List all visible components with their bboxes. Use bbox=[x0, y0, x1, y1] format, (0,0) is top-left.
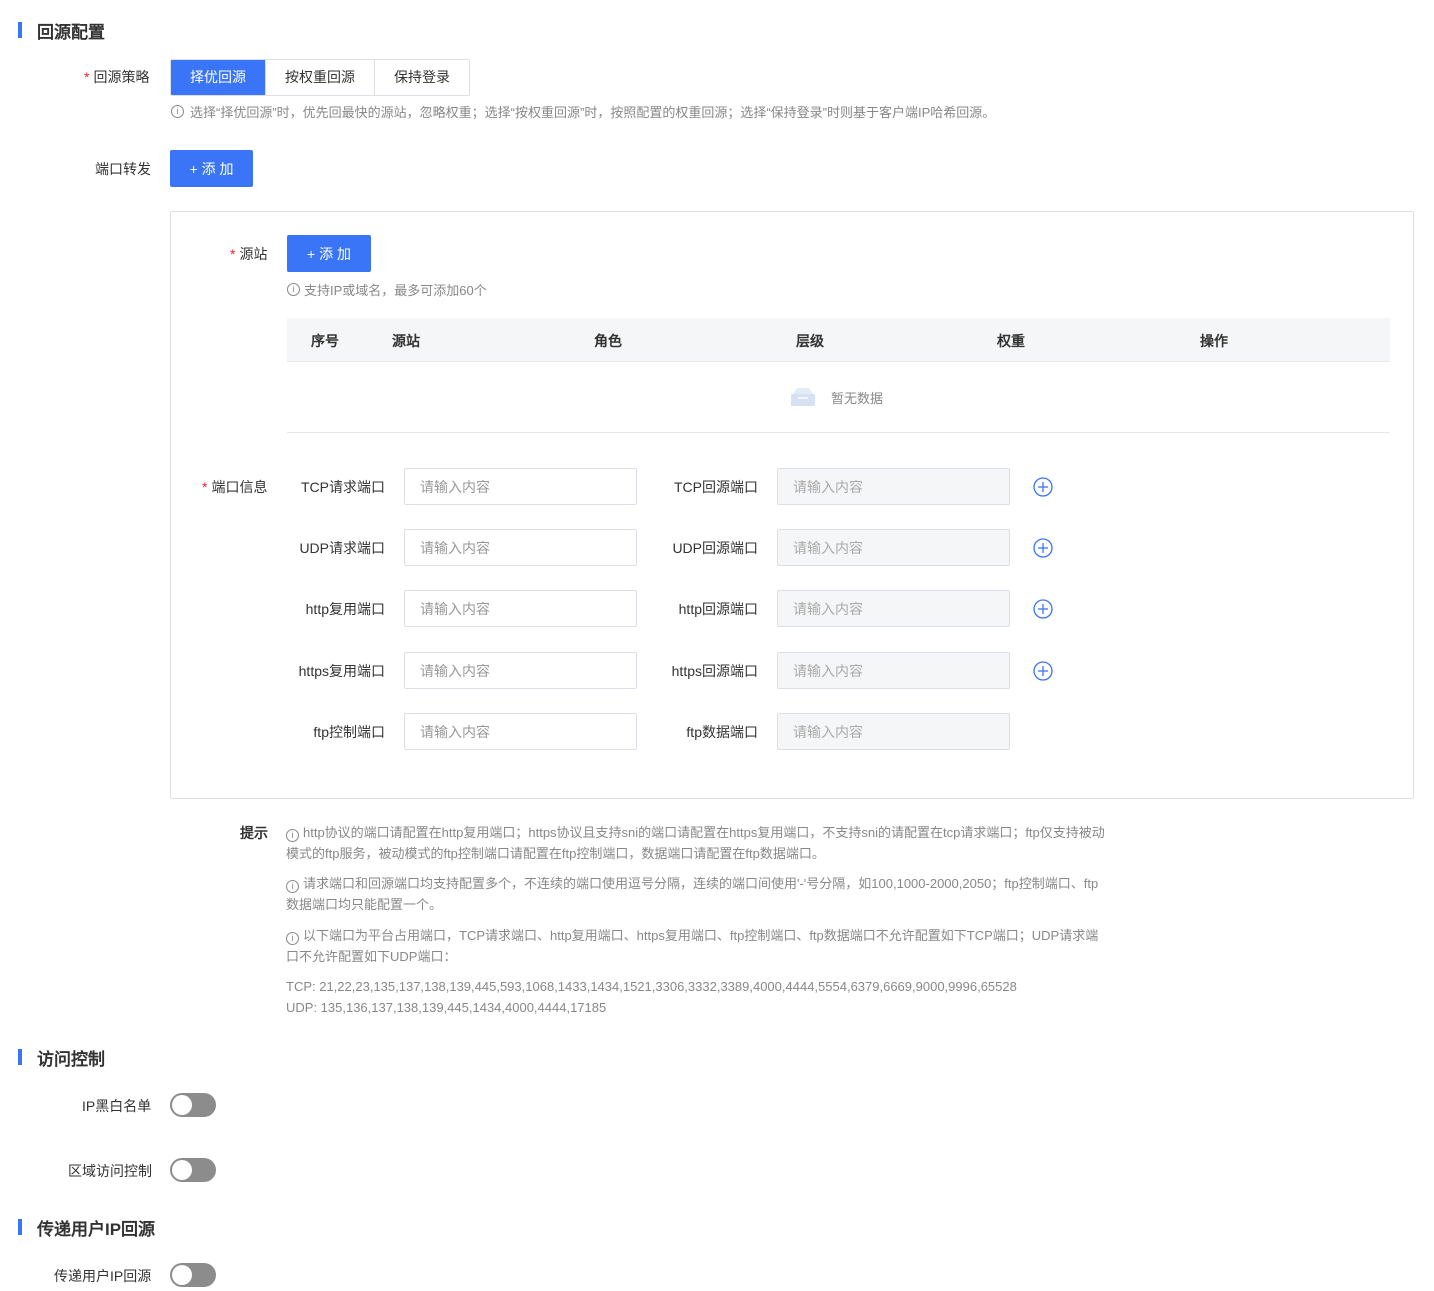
column-header-index: 序号 bbox=[311, 333, 339, 349]
tcp-origin-port-input[interactable] bbox=[777, 468, 1010, 505]
reserved-tcp-ports: TCP: 21,22,23,135,137,138,139,445,593,10… bbox=[286, 979, 1017, 994]
port-forward-panel bbox=[170, 211, 1414, 799]
ftp-control-port-label: ftp控制端口 bbox=[313, 724, 385, 740]
section-title-origin: 回源配置 bbox=[18, 20, 105, 42]
tip-reserved-ports: i 以下端口为平台占用端口，TCP请求端口、http复用端口、https复用端口、… bbox=[286, 928, 1099, 964]
source-label: * 源站 bbox=[230, 246, 268, 262]
section-title-access: 访问控制 bbox=[18, 1047, 105, 1069]
udp-origin-port-input[interactable] bbox=[777, 529, 1010, 566]
column-header-source: 源站 bbox=[392, 333, 420, 349]
client-ip-label: 传递用户IP回源 bbox=[54, 1268, 152, 1284]
tip-http-ports: i http协议的端口请配置在http复用端口；https协议且支持sni的端口请… bbox=[286, 825, 1105, 861]
empty-state: 暂无数据 bbox=[789, 386, 883, 408]
source-hint: i 支持IP或域名，最多可添加60个 bbox=[287, 280, 487, 299]
ftp-data-port-label: ftp数据端口 bbox=[686, 724, 758, 740]
strategy-option-keep-login[interactable]: 保持登录 bbox=[375, 60, 469, 95]
info-icon: i bbox=[286, 880, 299, 893]
add-udp-port-icon[interactable] bbox=[1033, 538, 1053, 558]
strategy-option-optimal[interactable]: 择优回源 bbox=[171, 60, 266, 95]
column-header-actions: 操作 bbox=[1200, 333, 1228, 349]
strategy-option-weighted[interactable]: 按权重回源 bbox=[266, 60, 375, 95]
add-tcp-port-icon[interactable] bbox=[1033, 477, 1053, 497]
column-header-level: 层级 bbox=[796, 333, 824, 349]
region-access-label: 区域访问控制 bbox=[68, 1163, 152, 1179]
strategy-segmented-control: 择优回源 按权重回源 保持登录 bbox=[170, 59, 470, 96]
tips-label: 提示 bbox=[240, 825, 268, 841]
section-marker bbox=[18, 1049, 22, 1065]
http-origin-port-input[interactable] bbox=[777, 590, 1010, 627]
info-icon: i bbox=[171, 105, 184, 118]
section-title-client-ip: 传递用户IP回源 bbox=[18, 1217, 155, 1239]
section-marker bbox=[18, 22, 22, 38]
ip-list-label: IP黑白名单 bbox=[82, 1098, 152, 1114]
udp-request-port-input[interactable] bbox=[404, 529, 637, 566]
source-table-body: 暂无数据 bbox=[287, 362, 1390, 433]
tcp-origin-port-label: TCP回源端口 bbox=[674, 479, 758, 495]
https-reuse-port-input[interactable] bbox=[404, 652, 637, 689]
port-forward-label: 端口转发 bbox=[95, 161, 151, 177]
reserved-udp-ports: UDP: 135,136,137,138,139,445,1434,4000,4… bbox=[286, 1000, 607, 1015]
switch-knob bbox=[172, 1095, 192, 1115]
http-reuse-port-label: http复用端口 bbox=[305, 601, 385, 617]
tcp-request-port-input[interactable] bbox=[404, 468, 637, 505]
switch-knob bbox=[172, 1265, 192, 1285]
empty-box-icon bbox=[789, 386, 817, 408]
add-port-forward-button[interactable]: + 添 加 bbox=[170, 150, 253, 187]
column-header-weight: 权重 bbox=[997, 333, 1025, 349]
port-info-label: * 端口信息 bbox=[202, 479, 268, 495]
add-http-port-icon[interactable] bbox=[1033, 599, 1053, 619]
http-origin-port-label: http回源端口 bbox=[678, 601, 758, 617]
https-origin-port-label: https回源端口 bbox=[671, 663, 758, 679]
client-ip-switch[interactable] bbox=[170, 1263, 216, 1287]
ftp-data-port-input[interactable] bbox=[777, 713, 1010, 750]
column-header-role: 角色 bbox=[594, 333, 622, 349]
add-https-port-icon[interactable] bbox=[1033, 661, 1053, 681]
https-reuse-port-label: https复用端口 bbox=[298, 663, 385, 679]
https-origin-port-input[interactable] bbox=[777, 652, 1010, 689]
section-marker bbox=[18, 1219, 22, 1235]
strategy-label: * 回源策略 bbox=[84, 69, 150, 85]
source-table-header: 序号 源站 角色 层级 权重 操作 bbox=[287, 318, 1390, 362]
info-icon: i bbox=[286, 932, 299, 945]
info-icon: i bbox=[287, 283, 300, 296]
ip-list-switch[interactable] bbox=[170, 1093, 216, 1117]
http-reuse-port-input[interactable] bbox=[404, 590, 637, 627]
udp-origin-port-label: UDP回源端口 bbox=[672, 540, 758, 556]
info-icon: i bbox=[286, 829, 299, 842]
add-source-button[interactable]: + 添 加 bbox=[287, 235, 371, 272]
ftp-control-port-input[interactable] bbox=[404, 713, 637, 750]
udp-request-port-label: UDP请求端口 bbox=[299, 540, 385, 556]
region-access-switch[interactable] bbox=[170, 1158, 216, 1182]
tcp-request-port-label: TCP请求端口 bbox=[301, 479, 385, 495]
switch-knob bbox=[172, 1160, 192, 1180]
strategy-hint: i 选择“择优回源”时，优先回最快的源站，忽略权重；选择“按权重回源”时，按照配置… bbox=[171, 102, 995, 121]
tip-port-format: i 请求端口和回源端口均支持配置多个，不连续的端口使用逗号分隔，连续的端口间使用'… bbox=[286, 876, 1099, 912]
